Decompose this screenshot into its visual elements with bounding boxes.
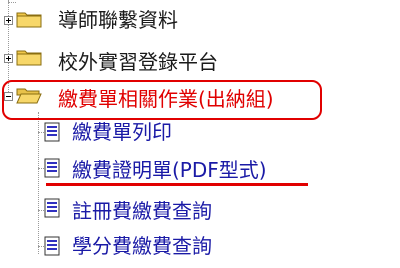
tree-child-print-slip[interactable]: 繳費單列印 (0, 120, 400, 156)
tree-child-label[interactable]: 註冊費繳費查詢 (72, 199, 212, 223)
document-icon (44, 236, 60, 256)
document-icon (44, 122, 60, 142)
tree-child-payment-certificate[interactable]: 繳費證明單(PDF型式) (0, 158, 400, 192)
tree-node-internship-platform[interactable]: 校外實習登錄平台 (0, 46, 400, 80)
tree-node-label[interactable]: 導師聯繫資料 (58, 8, 178, 32)
tree-child-label[interactable]: 學分費繳費查詢 (72, 234, 212, 258)
document-icon (44, 158, 60, 178)
expand-plus-icon[interactable] (4, 16, 13, 25)
annotation-underline (46, 183, 308, 186)
expand-plus-icon[interactable] (4, 54, 13, 63)
tree-connector-line (8, 2, 16, 3)
annotation-highlight-box (2, 80, 322, 120)
tree-child-registration-fee-query[interactable]: 註冊費繳費查詢 (0, 198, 400, 232)
navigation-tree: 導師聯繫資料 校外實習登錄平台 繳費單相關作業(出納組) 繳費單列印 繳費證明單… (0, 0, 400, 258)
folder-icon (16, 50, 42, 66)
folder-icon (16, 12, 42, 28)
tree-child-credit-fee-query[interactable]: 學分費繳費查詢 (0, 234, 400, 268)
document-icon (44, 198, 60, 218)
tree-child-label[interactable]: 繳費證明單(PDF型式) (72, 158, 267, 182)
tree-node-label[interactable]: 校外實習登錄平台 (58, 50, 218, 74)
tree-child-label[interactable]: 繳費單列印 (72, 120, 172, 144)
tree-node-mentor-contact[interactable]: 導師聯繫資料 (0, 8, 400, 42)
